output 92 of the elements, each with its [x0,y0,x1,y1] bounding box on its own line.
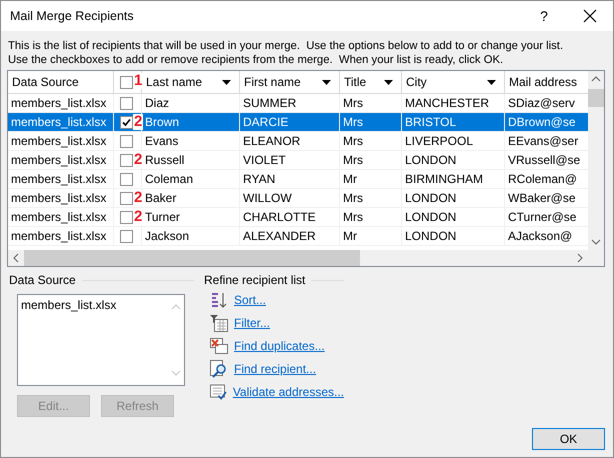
table-cell: Mrs [340,94,402,112]
dropdown-arrow-icon[interactable] [322,80,331,84]
table-cell: Mr [340,170,402,188]
table-cell: DARCIE [240,113,340,131]
annotation-number: 2 [133,209,144,225]
vertical-scrollbar[interactable] [588,71,604,266]
column-header[interactable]: First name [240,71,340,93]
recipient-row[interactable]: members_list.xlsx 2 Turner CHARLOTTE Mrs LONDON CTurner@se [8,208,588,227]
dropdown-arrow-icon[interactable] [384,80,393,84]
refine-link[interactable]: Find duplicates... [234,338,325,352]
sort-icon [210,290,228,308]
table-cell: members_list.xlsx [8,132,114,150]
row-checkbox[interactable] [120,192,133,204]
help-button[interactable]: ? [521,1,567,31]
window-title: Mail Merge Recipients [9,9,135,23]
dropdown-arrow-icon[interactable] [487,80,496,84]
scrollbar-thumb[interactable] [588,89,604,107]
table-cell: BRISTOL [402,113,505,131]
search-icon [210,360,228,378]
table-cell: Evans [142,132,240,150]
recipient-row[interactable]: members_list.xlsx 2 Baker WILLOW Mrs LONDON WBaker@se [8,189,588,208]
table-cell: Coleman [142,170,240,188]
table-cell: BIRMINGHAM [402,170,505,188]
table-cell: Turner [142,208,240,226]
list-item[interactable]: members_list.xlsx [21,298,167,312]
table-cell: ELEANOR [240,132,340,150]
table-cell: Brown [142,113,240,131]
table-cell: Mrs [340,208,402,226]
table-cell: Diaz [142,94,240,112]
table-cell: members_list.xlsx [8,208,114,226]
scrollbar-thumb[interactable] [24,250,360,266]
table-cell: Baker [142,189,240,207]
table-cell: members_list.xlsx [8,94,114,112]
annotation-number: 2 [133,190,144,206]
table-cell: LONDON [402,227,505,245]
table-cell: LONDON [402,151,505,169]
table-cell: WILLOW [240,189,340,207]
table-cell: members_list.xlsx [8,189,114,207]
ok-button[interactable]: OK [532,428,605,450]
row-checkbox[interactable] [120,230,133,242]
close-icon [583,9,597,23]
row-checkbox[interactable] [120,116,133,128]
table-cell: Mrs [340,151,402,169]
refine-link[interactable]: Sort... [234,292,266,306]
table-cell: Mrs [340,132,402,150]
select-all-checkbox[interactable] [120,76,133,88]
annotation-number: 1 [133,73,144,89]
table-cell: LIVERPOOL [402,132,505,150]
row-checkbox[interactable] [120,172,133,186]
duplicates-icon [210,336,228,354]
annotation-number: 2 [133,114,144,130]
column-header[interactable]: Last name [142,71,240,93]
dropdown-arrow-icon[interactable] [222,80,231,84]
recipient-row[interactable]: members_list.xlsx Evans ELEANOR Mrs LIVERPOOL EEvans@ser [8,132,588,151]
table-cell: Mr [340,227,402,245]
row-checkbox[interactable] [120,96,133,110]
column-header[interactable]: Title [340,71,402,93]
table-cell: Jackson [142,227,240,245]
column-header[interactable]: City [402,71,505,93]
table-cell: RYAN [240,170,340,188]
table-cell: SUMMER [240,94,340,112]
instructions-text: This is the list of recipients that will be used in your merge. Use the options below to add to or change your list. Use the checkboxes to add or remove recipients from the merge. When your list is ready, click OK. [7,39,564,67]
table-cell: MANCHESTER [402,94,505,112]
table-cell: ALEXANDER [240,227,340,245]
refine-link[interactable]: Filter... [234,316,270,330]
recipient-row[interactable]: members_list.xlsx Coleman RYAN Mr BIRMINGHAM RColeman@ [8,170,588,189]
table-cell: LONDON [402,208,505,226]
recipient-row[interactable]: members_list.xlsx Jackson ALEXANDER Mr LONDON AJackson@ [8,227,588,246]
table-cell: members_list.xlsx [8,170,114,188]
table-cell: Mrs [340,113,402,131]
table-cell: members_list.xlsx [8,227,114,245]
table-cell: VIOLET [240,151,340,169]
table-cell: CHARLOTTE [240,208,340,226]
table-cell: LONDON [402,189,505,207]
row-checkbox[interactable] [120,210,133,224]
recipient-row[interactable]: members_list.xlsx 2 Russell VIOLET Mrs LONDON VRussell@se [8,151,588,170]
table-cell: members_list.xlsx [8,151,114,169]
filter-icon [210,314,228,332]
table-cell: members_list.xlsx [8,113,114,131]
row-checkbox[interactable] [120,154,133,166]
table-cell: Mrs [340,189,402,207]
validate-icon [210,382,227,400]
table-cell: Russell [142,151,240,169]
row-checkbox[interactable] [120,134,133,148]
column-header[interactable]: Data Source [8,71,114,93]
horizontal-scrollbar[interactable] [8,250,588,266]
group-label: Data Source [9,273,76,287]
refine-link[interactable]: Find recipient... [234,362,316,376]
refine-link[interactable]: Validate addresses... [232,384,344,398]
group-label: Refine recipient list [204,273,306,287]
recipient-row[interactable]: members_list.xlsx 2 Brown DARCIE Mrs BRISTOL DBrown@se [8,113,588,132]
annotation-number: 2 [133,152,144,168]
